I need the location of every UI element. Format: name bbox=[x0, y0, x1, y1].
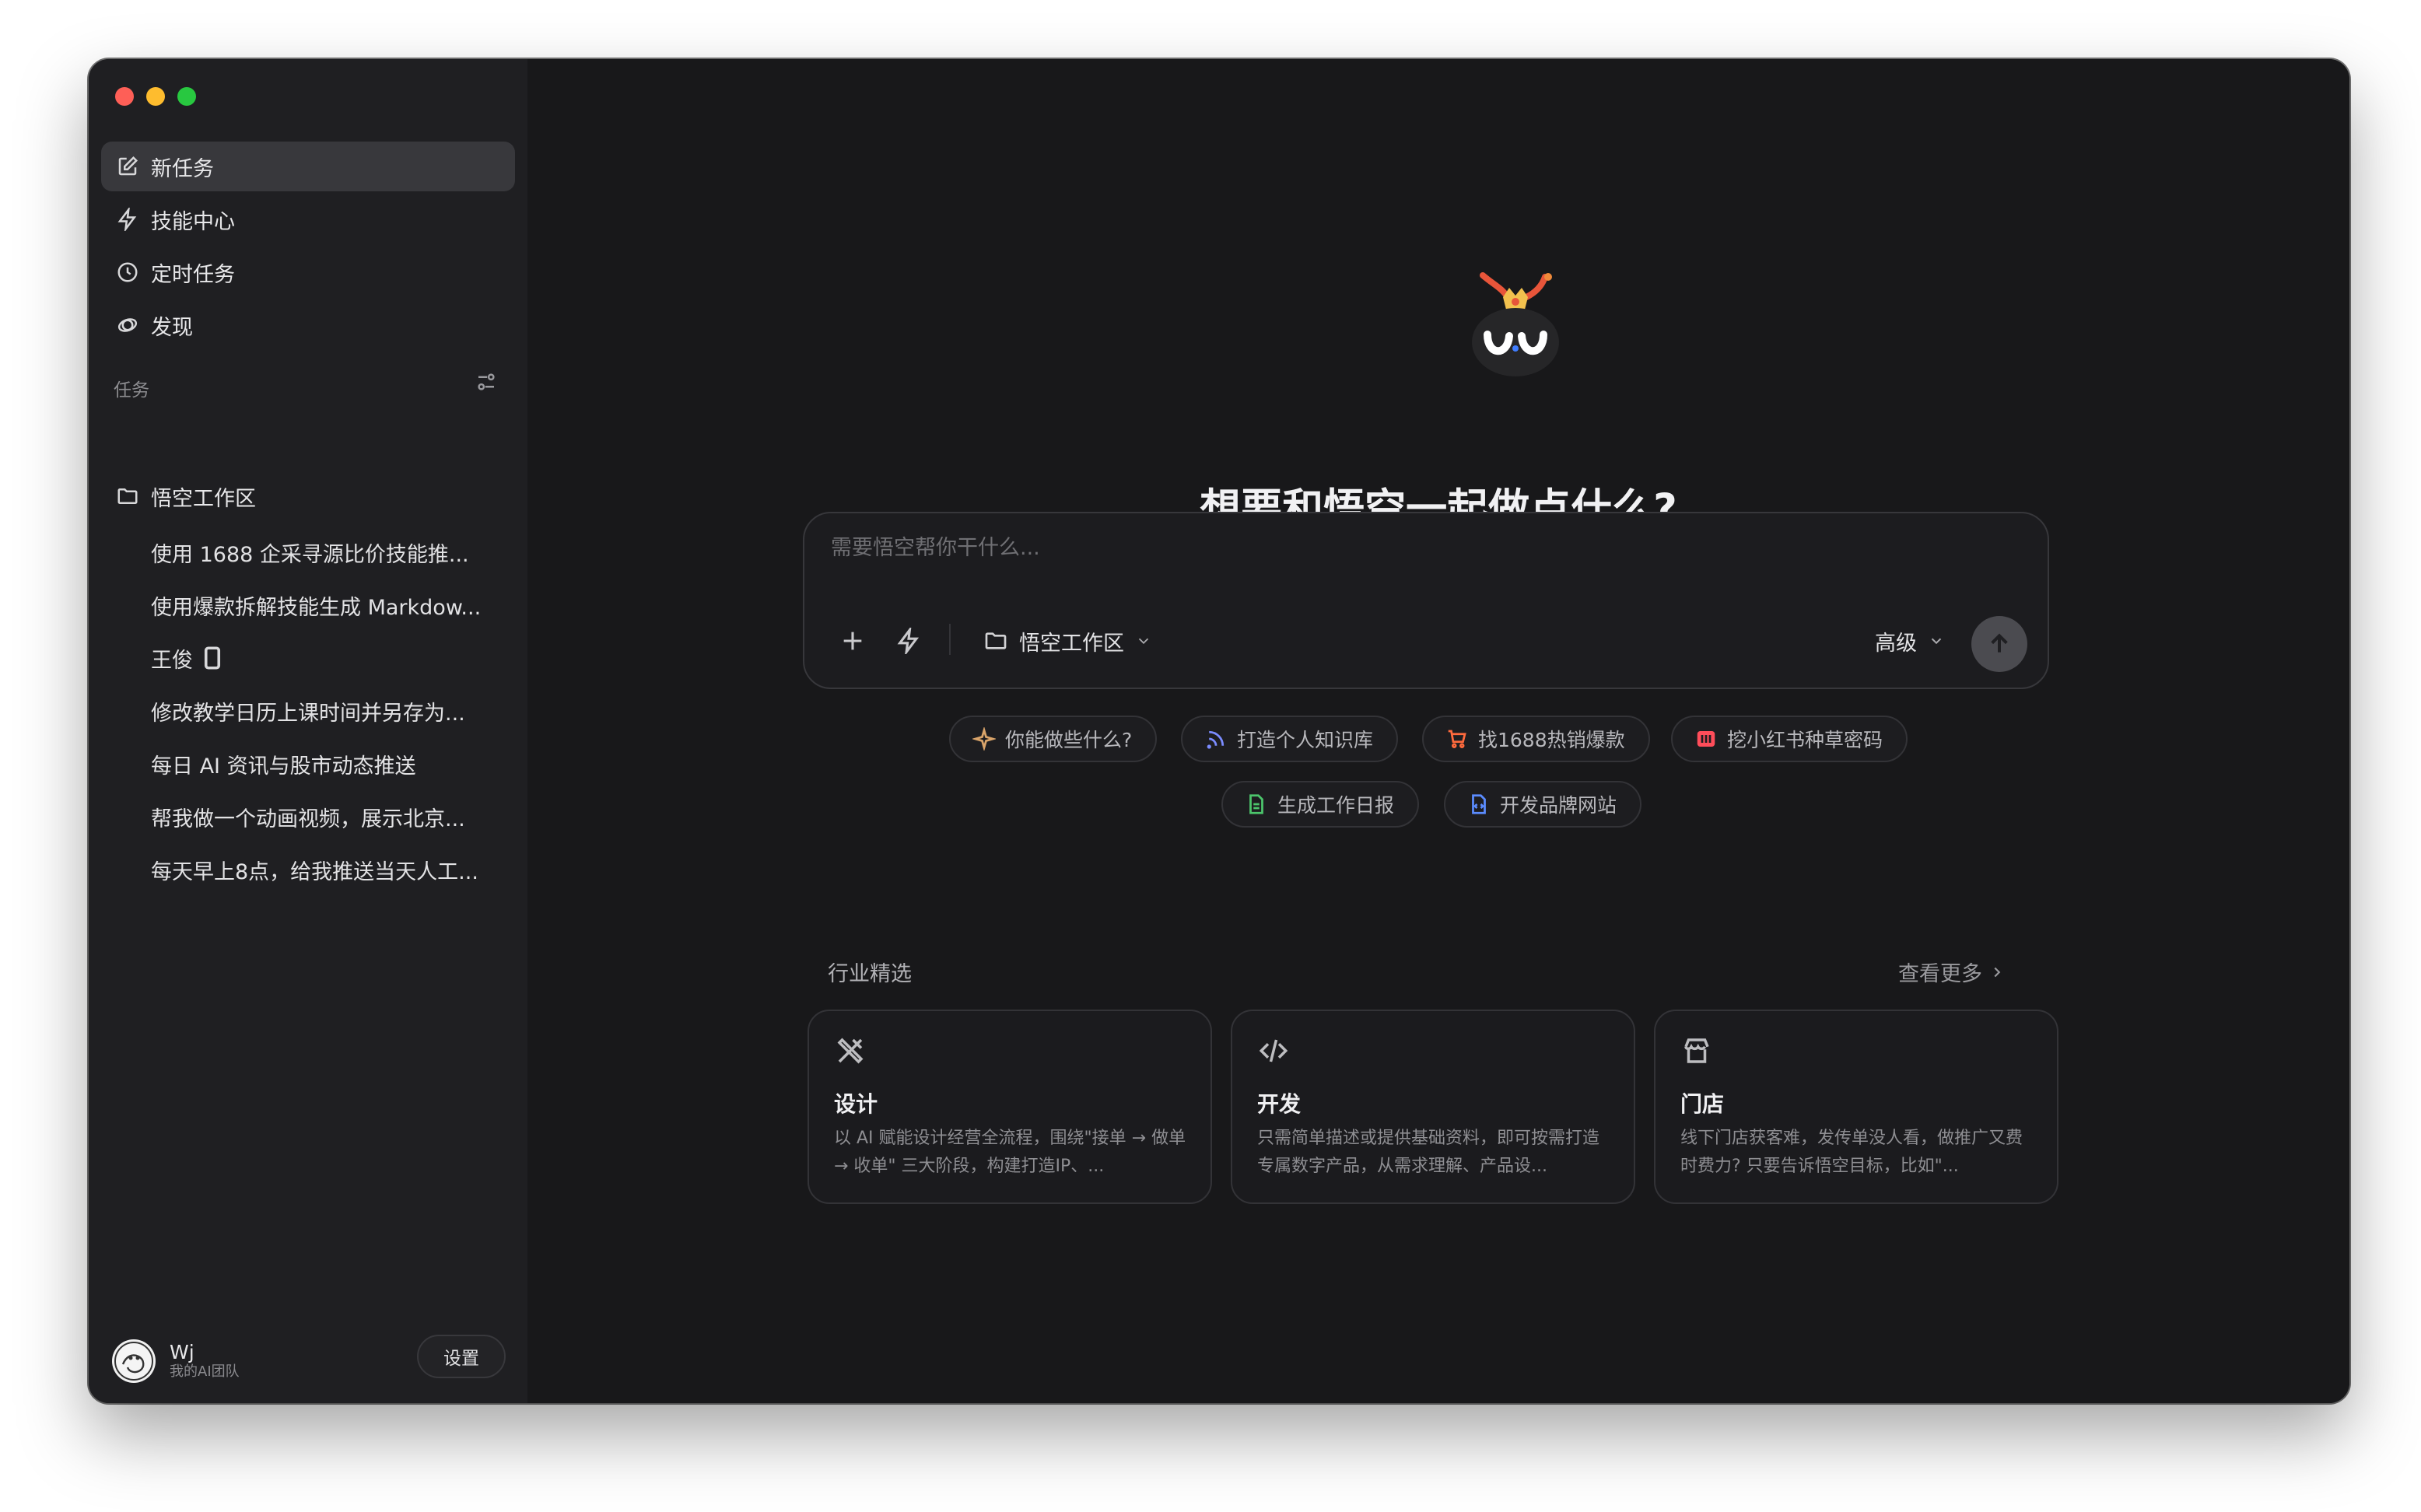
sidebar-item-new-task[interactable]: 新任务 bbox=[101, 142, 515, 191]
filter-icon[interactable] bbox=[475, 370, 501, 397]
task-item[interactable]: 使用 1688 企采寻源比价技能推... bbox=[101, 526, 506, 579]
task-item[interactable]: 每日 AI 资讯与股市动态推送 bbox=[101, 737, 506, 790]
send-button[interactable] bbox=[1971, 616, 2027, 672]
user-subtitle: 我的AI团队 bbox=[170, 1363, 240, 1380]
folder-icon bbox=[115, 484, 140, 509]
task-folder-wukong[interactable]: 悟空工作区 bbox=[101, 471, 515, 521]
sidebar-item-label: 技能中心 bbox=[151, 209, 235, 234]
suggestion-chip[interactable]: 打造个人知识库 bbox=[1181, 716, 1399, 762]
document-icon bbox=[1249, 794, 1263, 814]
phone-icon bbox=[204, 646, 221, 670]
advanced-label: 高级 bbox=[1875, 631, 1917, 656]
advanced-dropdown[interactable]: 高级 bbox=[1875, 622, 1945, 660]
code-icon bbox=[1257, 1034, 1290, 1067]
user-profile[interactable]: Wj 我的AI团队 bbox=[112, 1339, 240, 1383]
sidebar-item-scheduled[interactable]: 定时任务 bbox=[101, 247, 515, 297]
minimize-window-button[interactable] bbox=[146, 87, 165, 106]
chevron-down-icon bbox=[1138, 638, 1149, 645]
suggestion-chip[interactable]: 你能做些什么? bbox=[949, 716, 1158, 762]
bolt-icon bbox=[897, 628, 920, 654]
sidebar-item-label: 定时任务 bbox=[151, 262, 235, 287]
task-item[interactable]: 每天早上8点，给我推送当天人工... bbox=[101, 843, 506, 896]
sidebar-item-label: 新任务 bbox=[151, 156, 214, 181]
maximize-window-button[interactable] bbox=[177, 87, 196, 106]
settings-button[interactable]: 设置 bbox=[417, 1335, 506, 1378]
window-controls bbox=[115, 87, 196, 106]
rss-icon bbox=[1207, 730, 1225, 749]
industry-card-dev[interactable]: 开发 只需简单描述或提供基础资料，即可按需打造专属数字产品，从需求理解、产品设.… bbox=[1231, 1010, 1635, 1204]
sparkle-icon bbox=[972, 727, 996, 751]
xiaohongshu-icon bbox=[1697, 731, 1715, 747]
skills-button[interactable] bbox=[890, 622, 927, 660]
section-title: 行业精选 bbox=[828, 962, 912, 986]
see-more-link[interactable]: 查看更多 bbox=[1898, 957, 2006, 987]
workspace-label: 悟空工作区 bbox=[1019, 631, 1124, 656]
task-item[interactable]: 使用爆款拆解技能生成 Markdow... bbox=[101, 579, 506, 632]
user-name: Wj bbox=[170, 1341, 194, 1363]
app-window: 新任务 技能中心 定时任务 发现 任务 悟空工作区 使用 1688 企采寻源比价… bbox=[89, 59, 2349, 1403]
task-list: 使用 1688 企采寻源比价技能推... 使用爆款拆解技能生成 Markdow.… bbox=[101, 526, 506, 896]
suggestion-chip[interactable]: 开发品牌网站 bbox=[1444, 781, 1642, 828]
folder-icon bbox=[985, 632, 1007, 649]
edit-icon bbox=[115, 154, 140, 179]
sidebar-item-skills[interactable]: 技能中心 bbox=[101, 194, 515, 244]
store-icon bbox=[1680, 1034, 1713, 1067]
suggestion-chip[interactable]: 挖小红书种草密码 bbox=[1671, 716, 1908, 762]
wukong-mascot-icon bbox=[1472, 272, 1559, 376]
design-tools-icon bbox=[834, 1034, 867, 1067]
cart-icon bbox=[1448, 730, 1466, 748]
plus-icon bbox=[843, 632, 862, 650]
code-file-icon bbox=[1472, 794, 1486, 814]
task-item[interactable]: 帮我做一个动画视频，展示北京... bbox=[101, 790, 506, 843]
task-folder-label: 悟空工作区 bbox=[151, 486, 256, 511]
task-item[interactable]: 修改教学日历上课时间并另存为... bbox=[101, 684, 506, 737]
task-item[interactable]: 王俊 bbox=[101, 632, 506, 684]
sidebar-item-discover[interactable]: 发现 bbox=[101, 300, 515, 350]
composer: 悟空工作区 高级 bbox=[803, 512, 2049, 689]
industry-card-design[interactable]: 设计 以 AI 赋能设计经营全流程，围绕"接单 → 做单 → 收单" 三大阶段，… bbox=[808, 1010, 1212, 1204]
prompt-input[interactable] bbox=[829, 535, 1999, 561]
chevron-right-icon bbox=[1994, 967, 2001, 977]
sidebar-item-label: 发现 bbox=[151, 315, 193, 340]
planet-icon bbox=[115, 313, 140, 338]
sidebar: 新任务 技能中心 定时任务 发现 任务 悟空工作区 使用 1688 企采寻源比价… bbox=[89, 59, 527, 1403]
suggestion-chip[interactable]: 生成工作日报 bbox=[1221, 781, 1420, 828]
arrow-up-icon bbox=[1991, 633, 2008, 653]
industry-card-store[interactable]: 门店 线下门店获客难，发传单没人看，做推广又费时费力? 只要告诉悟空目标，比如"… bbox=[1654, 1010, 2058, 1204]
avatar bbox=[112, 1339, 156, 1383]
tasks-section-label: 任务 bbox=[114, 380, 149, 401]
clock-icon bbox=[115, 260, 140, 285]
suggestion-chip[interactable]: 找1688热销爆款 bbox=[1422, 716, 1650, 762]
bolt-icon bbox=[115, 207, 140, 232]
chevron-down-icon bbox=[1931, 638, 1942, 645]
close-window-button[interactable] bbox=[115, 87, 134, 106]
divider bbox=[949, 624, 951, 655]
sidebar-nav: 新任务 技能中心 定时任务 发现 bbox=[101, 142, 515, 353]
add-attachment-button[interactable] bbox=[834, 622, 871, 660]
workspace-selector[interactable]: 悟空工作区 bbox=[983, 622, 1152, 660]
